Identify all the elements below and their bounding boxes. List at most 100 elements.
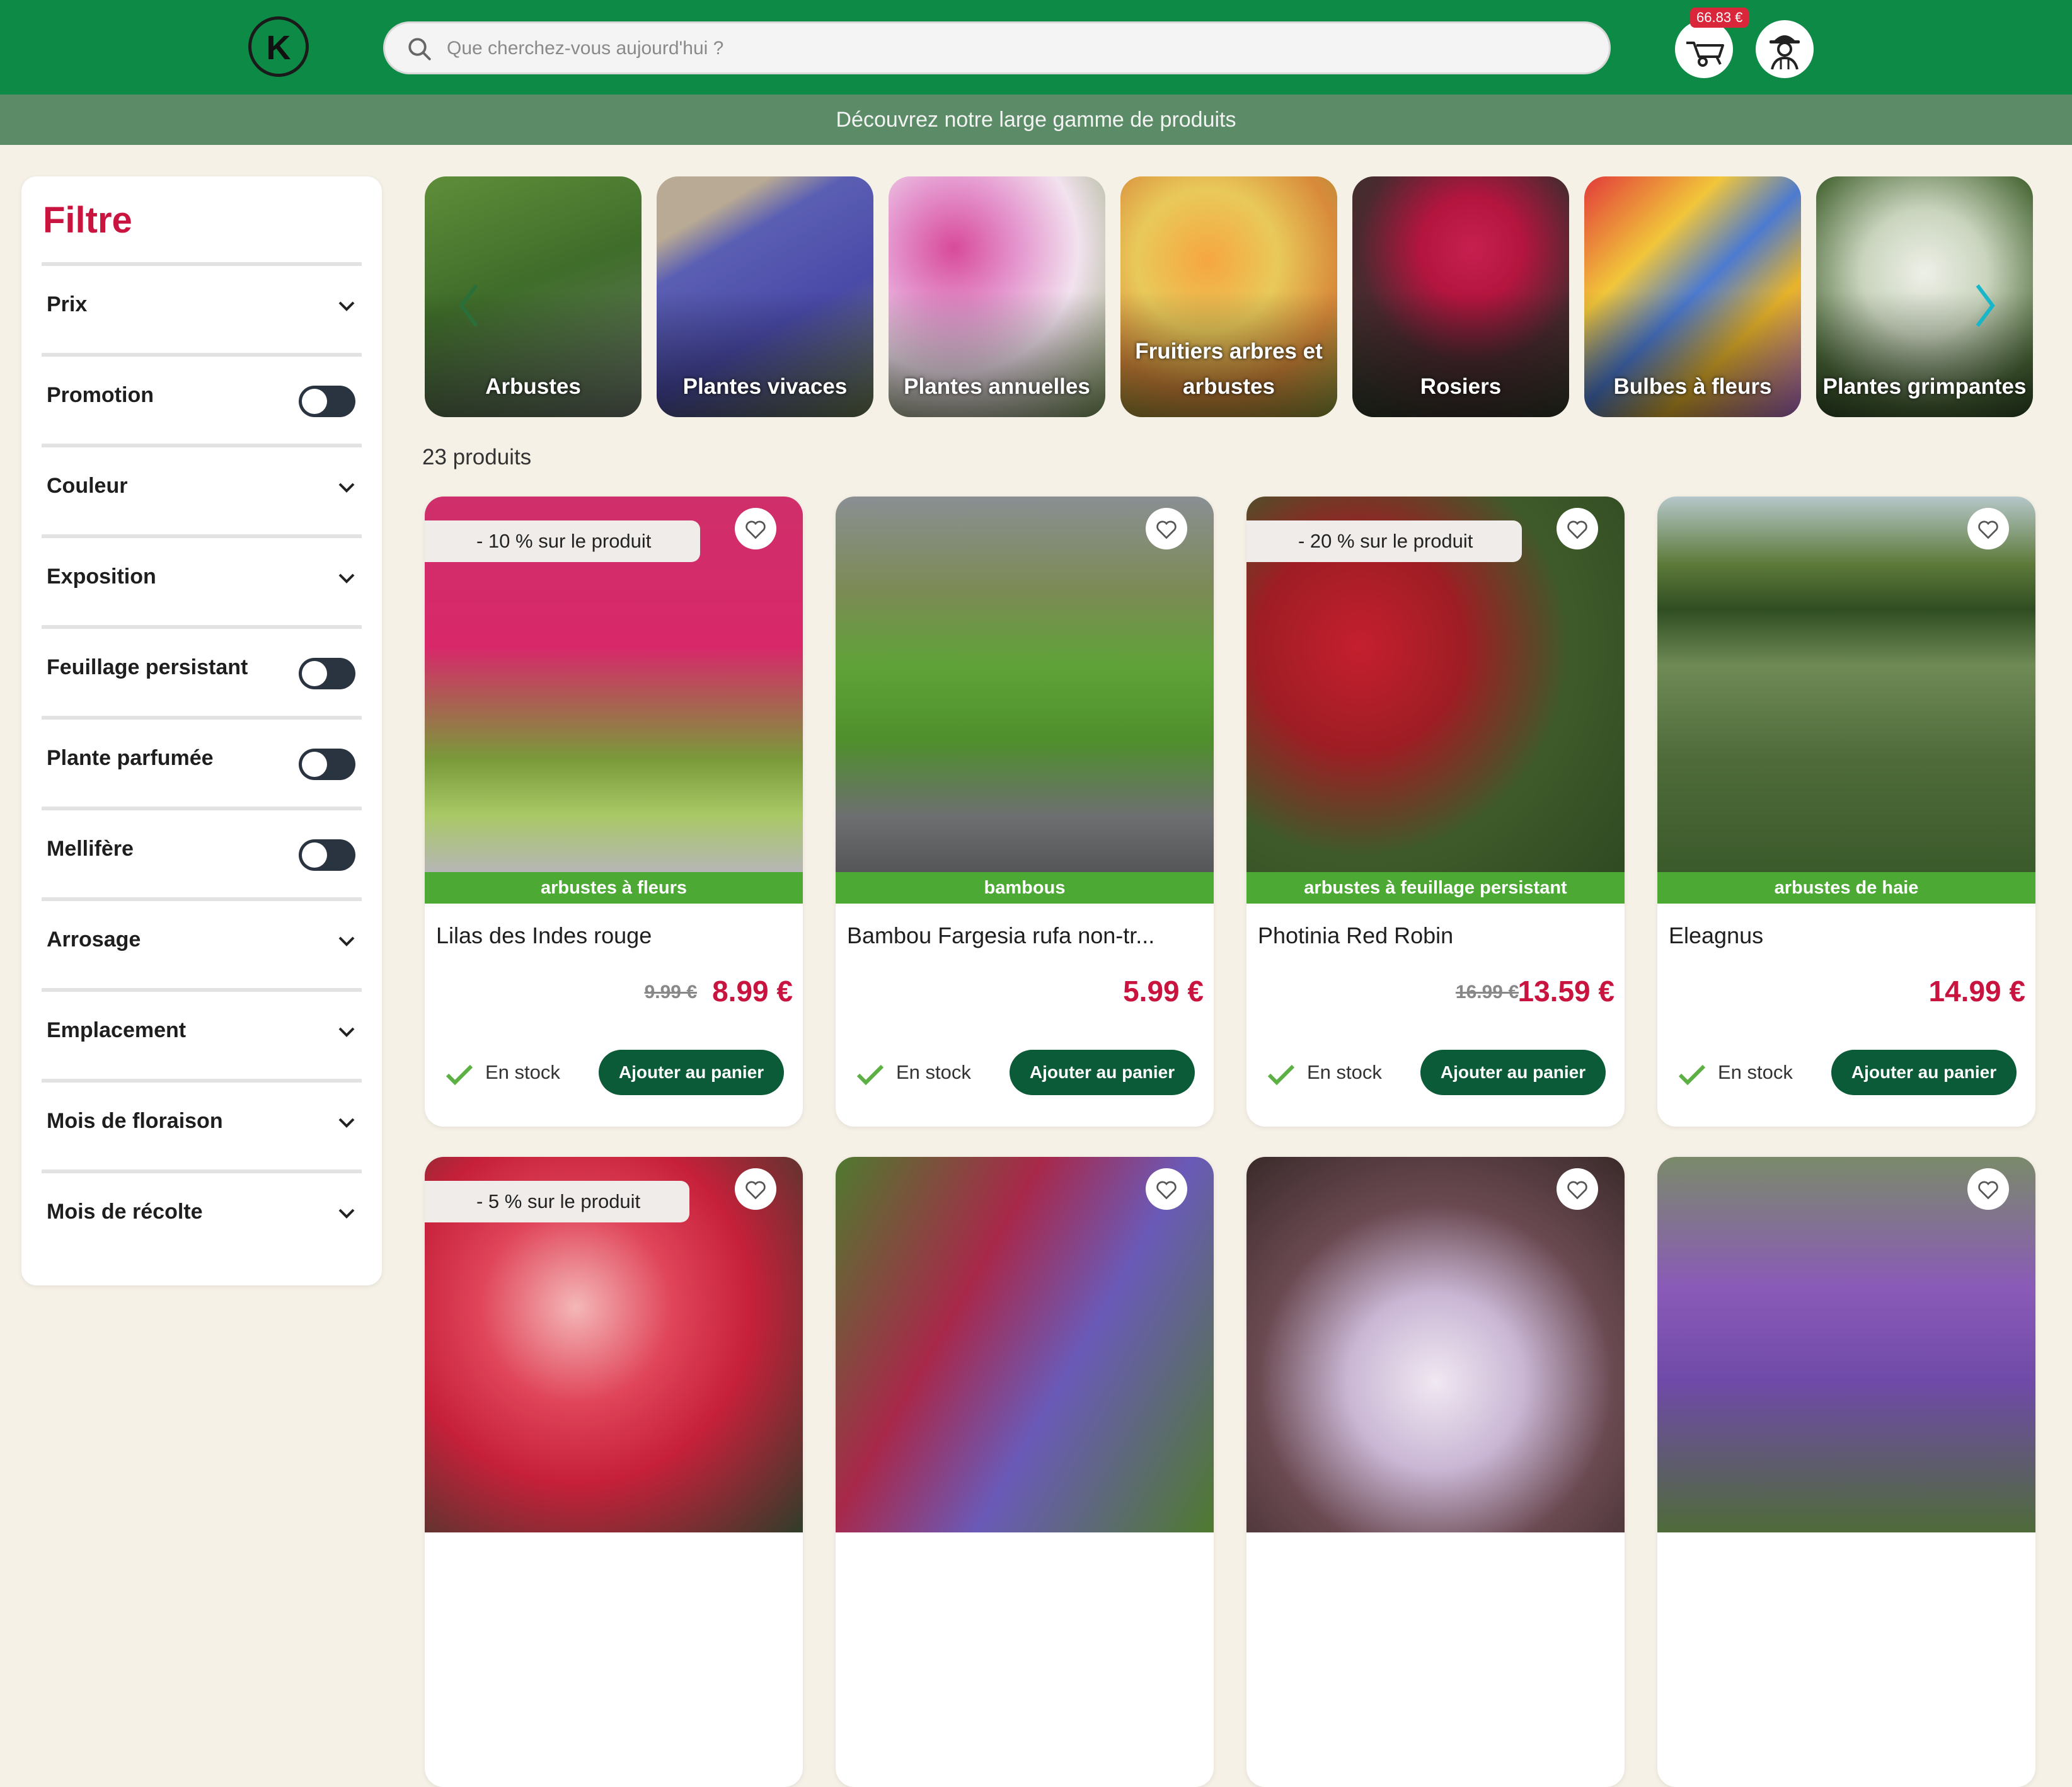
kerisnel-logo[interactable]: K — [248, 16, 309, 77]
category-tile-plantes-grimpantes[interactable]: Plantes grimpantes — [1816, 176, 2033, 417]
filter-emplacement[interactable]: Emplacement — [42, 988, 362, 1075]
mellifere-toggle[interactable] — [299, 839, 355, 871]
favorite-button[interactable] — [1967, 1168, 2009, 1210]
promo-badge: - 10 % sur le produit — [425, 520, 701, 562]
category-tile-plantes-annuelles[interactable]: Plantes annuelles — [889, 176, 1105, 417]
check-icon — [446, 1064, 473, 1086]
product-name[interactable]: Photinia Red Robin — [1258, 922, 1453, 949]
filter-mois-floraison[interactable]: Mois de floraison — [42, 1079, 362, 1166]
filter-label: Plante parfumée — [47, 746, 214, 770]
stock-status: En stock — [896, 1061, 971, 1083]
stock-status: En stock — [1718, 1061, 1793, 1083]
heart-icon — [1156, 1181, 1177, 1200]
filter-label: Emplacement — [47, 1018, 187, 1042]
promotion-toggle[interactable] — [299, 386, 355, 417]
add-to-cart-button[interactable]: Ajouter au panier — [599, 1050, 784, 1095]
category-tile-fruitiers[interactable]: Fruitiers arbres et arbustes — [1120, 176, 1337, 417]
category-tile-bulbes[interactable]: Bulbes à fleurs — [1584, 176, 1801, 417]
product-image[interactable] — [1657, 497, 2035, 872]
promo-badge: - 20 % sur le produit — [1246, 520, 1522, 562]
product-price: 8.99 € — [712, 975, 793, 1008]
favorite-button[interactable] — [735, 1168, 776, 1210]
product-category[interactable]: bambous — [836, 872, 1214, 904]
filter-arrosage[interactable]: Arrosage — [42, 897, 362, 984]
product-name[interactable]: Bambou Fargesia rufa non-tr... — [847, 922, 1154, 949]
category-label: Plantes grimpantes — [1822, 374, 2027, 399]
filter-sidebar: Filtre Prix Promotion Couleur Exposition… — [21, 176, 382, 1285]
add-to-cart-button[interactable]: Ajouter au panier — [1420, 1050, 1606, 1095]
product-image[interactable] — [1246, 1157, 1625, 1532]
cart-button[interactable] — [1675, 20, 1733, 78]
favorite-button[interactable] — [1146, 508, 1187, 549]
product-card[interactable] — [1657, 1157, 2035, 1787]
carousel-prev-arrow-icon[interactable] — [456, 280, 481, 331]
product-card[interactable]: - 10 % sur le produit arbustes à fleurs … — [425, 497, 803, 1127]
product-card[interactable]: arbustes de haie Eleagnus 14.99 € En sto… — [1657, 497, 2035, 1127]
chevron-down-icon — [338, 1027, 355, 1037]
promo-banner: Découvrez notre large gamme de produits — [0, 95, 2072, 145]
product-category[interactable]: arbustes à feuillage persistant — [1246, 872, 1625, 904]
favorite-button[interactable] — [1967, 508, 2009, 549]
filter-mois-recolte[interactable]: Mois de récolte — [42, 1169, 362, 1256]
old-price: 16.99 € — [1455, 982, 1519, 1003]
gardener-avatar-icon — [1770, 35, 1800, 70]
check-icon — [1678, 1064, 1706, 1086]
carousel-next-arrow-icon[interactable] — [1972, 280, 1998, 331]
search-icon — [408, 38, 431, 60]
chevron-down-icon — [338, 1118, 355, 1128]
chevron-down-icon — [338, 573, 355, 583]
product-name[interactable]: Lilas des Indes rouge — [436, 922, 652, 949]
product-price: 5.99 € — [1123, 975, 1204, 1008]
heart-icon — [1978, 1181, 1998, 1200]
heart-icon — [745, 1181, 766, 1200]
add-to-cart-button[interactable]: Ajouter au panier — [1010, 1050, 1195, 1095]
favorite-button[interactable] — [1146, 1168, 1187, 1210]
cart-total-badge: 66.83 € — [1690, 8, 1749, 28]
product-category[interactable]: arbustes de haie — [1657, 872, 2035, 904]
product-card[interactable]: - 5 % sur le produit — [425, 1157, 803, 1787]
product-image[interactable] — [836, 497, 1214, 872]
heart-icon — [1567, 520, 1587, 539]
chevron-down-icon — [338, 936, 355, 946]
filter-label: Mois de floraison — [47, 1109, 223, 1133]
category-tile-plantes-vivaces[interactable]: Plantes vivaces — [657, 176, 873, 417]
product-name[interactable]: Eleagnus — [1669, 922, 1763, 949]
product-card[interactable] — [1246, 1157, 1625, 1787]
filter-label: Exposition — [47, 565, 156, 589]
category-label: Plantes annuelles — [904, 374, 1090, 399]
filter-exposition[interactable]: Exposition — [42, 534, 362, 621]
search-bar[interactable] — [383, 21, 1611, 74]
filter-feuillage-persistant: Feuillage persistant — [42, 625, 362, 712]
check-icon — [856, 1064, 884, 1086]
heart-icon — [1156, 520, 1177, 539]
filter-title: Filtre — [43, 200, 132, 241]
filter-prix[interactable]: Prix — [42, 262, 362, 349]
product-image[interactable] — [836, 1157, 1214, 1532]
search-input[interactable] — [446, 23, 1582, 74]
filter-label: Arrosage — [47, 928, 141, 951]
feuillage-persistant-toggle[interactable] — [299, 658, 355, 689]
product-image[interactable] — [1657, 1157, 2035, 1532]
filter-label: Promotion — [47, 383, 154, 407]
favorite-button[interactable] — [1557, 1168, 1598, 1210]
filter-couleur[interactable]: Couleur — [42, 444, 362, 531]
old-price: 9.99 € — [644, 982, 697, 1003]
favorite-button[interactable] — [735, 508, 776, 549]
stock-status: En stock — [1307, 1061, 1382, 1083]
product-card[interactable]: bambous Bambou Fargesia rufa non-tr... 5… — [836, 497, 1214, 1127]
plante-parfumee-toggle[interactable] — [299, 749, 355, 780]
wheelbarrow-icon — [1686, 42, 1724, 67]
filter-mellifere: Mellifère — [42, 807, 362, 894]
chevron-down-icon — [338, 301, 355, 311]
chevron-down-icon — [338, 1209, 355, 1219]
top-header: K 66.83 € — [0, 0, 2072, 95]
category-tile-rosiers[interactable]: Rosiers — [1352, 176, 1569, 417]
product-card[interactable] — [836, 1157, 1214, 1787]
account-button[interactable] — [1756, 20, 1814, 78]
add-to-cart-button[interactable]: Ajouter au panier — [1831, 1050, 2017, 1095]
product-category[interactable]: arbustes à fleurs — [425, 872, 803, 904]
category-label: Rosiers — [1420, 374, 1502, 399]
favorite-button[interactable] — [1557, 508, 1598, 549]
product-card[interactable]: - 20 % sur le produit arbustes à feuilla… — [1246, 497, 1625, 1127]
check-icon — [1267, 1064, 1295, 1086]
